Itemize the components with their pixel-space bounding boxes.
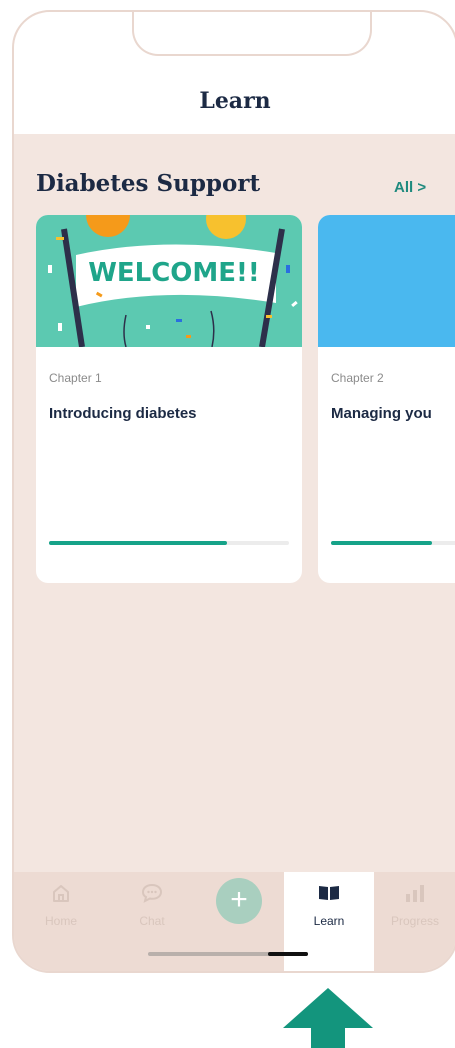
home-indicator-highlight [268, 952, 308, 956]
phone-frame: Learn Diabetes Support All > WELCOME!! C… [12, 10, 455, 973]
bottom-tab-bar: Home Chat + Learn Progress [14, 872, 455, 971]
tab-chat[interactable]: Chat [122, 872, 182, 971]
chat-bubble-icon [141, 883, 163, 903]
chapter-progress-bar [331, 541, 455, 545]
progress-fill [331, 541, 432, 545]
progress-fill [49, 541, 227, 545]
tab-learn-label: Learn [313, 914, 345, 928]
page-title: Learn [199, 88, 271, 114]
chapter-label: Chapter 2 [331, 371, 384, 385]
add-button[interactable]: + [216, 878, 262, 924]
open-book-icon [319, 886, 339, 900]
see-all-link[interactable]: All > [394, 179, 426, 196]
chapter-title: Introducing diabetes [49, 405, 197, 422]
banner-text: WELCOME!! [88, 258, 260, 288]
section-title: Diabetes Support [36, 170, 261, 197]
welcome-banner-image: WELCOME!! [36, 215, 302, 347]
chapter-title: Managing you [331, 405, 432, 422]
tab-progress[interactable]: Progress [380, 872, 450, 971]
home-icon [53, 885, 69, 902]
hand-pointing-image: D [318, 215, 455, 347]
tab-chat-label: Chat [139, 914, 165, 928]
tab-learn[interactable]: Learn [284, 872, 374, 971]
tab-home[interactable]: Home [36, 872, 86, 971]
chapter-card-1[interactable]: WELCOME!! Chapter 1 Introducing diabetes [36, 215, 302, 583]
chapter-label: Chapter 1 [49, 371, 102, 385]
tab-home-label: Home [44, 914, 77, 928]
chapter-progress-bar [49, 541, 289, 545]
phone-notch [132, 12, 372, 56]
chapter-card-2[interactable]: D Chapter 2 Managing you [318, 215, 455, 583]
up-arrow-icon [283, 988, 373, 1048]
bar-chart-icon [406, 885, 424, 902]
tab-progress-label: Progress [390, 914, 440, 928]
